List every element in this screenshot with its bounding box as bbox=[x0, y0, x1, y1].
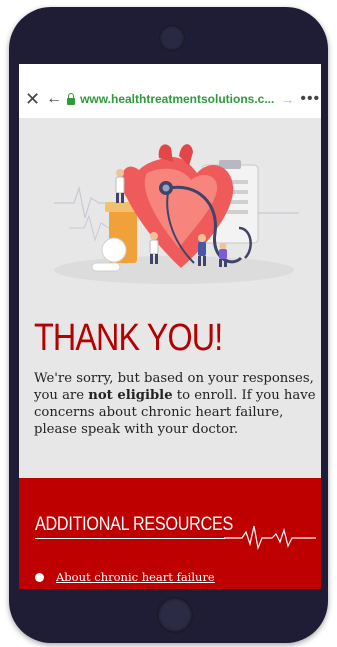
url-text[interactable]: www.healthtreatmentsolutions.c... bbox=[80, 92, 274, 106]
phone-frame: ✕ ← www.healthtreatmentsolutions.c... → … bbox=[9, 7, 328, 643]
message-bold-text: not eligible bbox=[88, 388, 173, 403]
heartbeat-line-icon bbox=[224, 525, 316, 551]
bullet-icon bbox=[35, 572, 44, 582]
forward-arrow-icon[interactable]: → bbox=[280, 92, 294, 106]
phone-camera bbox=[159, 25, 185, 51]
additional-resources-section: ADDITIONAL RESOURCES About chronic heart… bbox=[19, 478, 321, 589]
close-icon[interactable]: ✕ bbox=[25, 90, 40, 108]
browser-address-bar: ✕ ← www.healthtreatmentsolutions.c... → … bbox=[19, 64, 321, 118]
about-chf-link[interactable]: About chronic heart failure bbox=[56, 570, 215, 584]
page-title: THANK YOU! bbox=[34, 317, 223, 359]
resources-divider bbox=[35, 538, 225, 539]
more-icon[interactable]: ••• bbox=[300, 91, 320, 107]
phone-screen: ✕ ← www.healthtreatmentsolutions.c... → … bbox=[19, 64, 321, 589]
browser-toolbar: ✕ ← www.healthtreatmentsolutions.c... → … bbox=[19, 84, 321, 114]
phone-home-button[interactable] bbox=[157, 597, 193, 633]
ineligible-message: We're sorry, but based on your responses… bbox=[34, 370, 319, 438]
list-item: About chronic heart failure bbox=[35, 570, 215, 584]
lock-icon bbox=[67, 92, 76, 105]
back-arrow-icon[interactable]: ← bbox=[46, 91, 62, 107]
resources-heading: ADDITIONAL RESOURCES bbox=[35, 514, 234, 535]
heart-illustration bbox=[54, 144, 299, 284]
